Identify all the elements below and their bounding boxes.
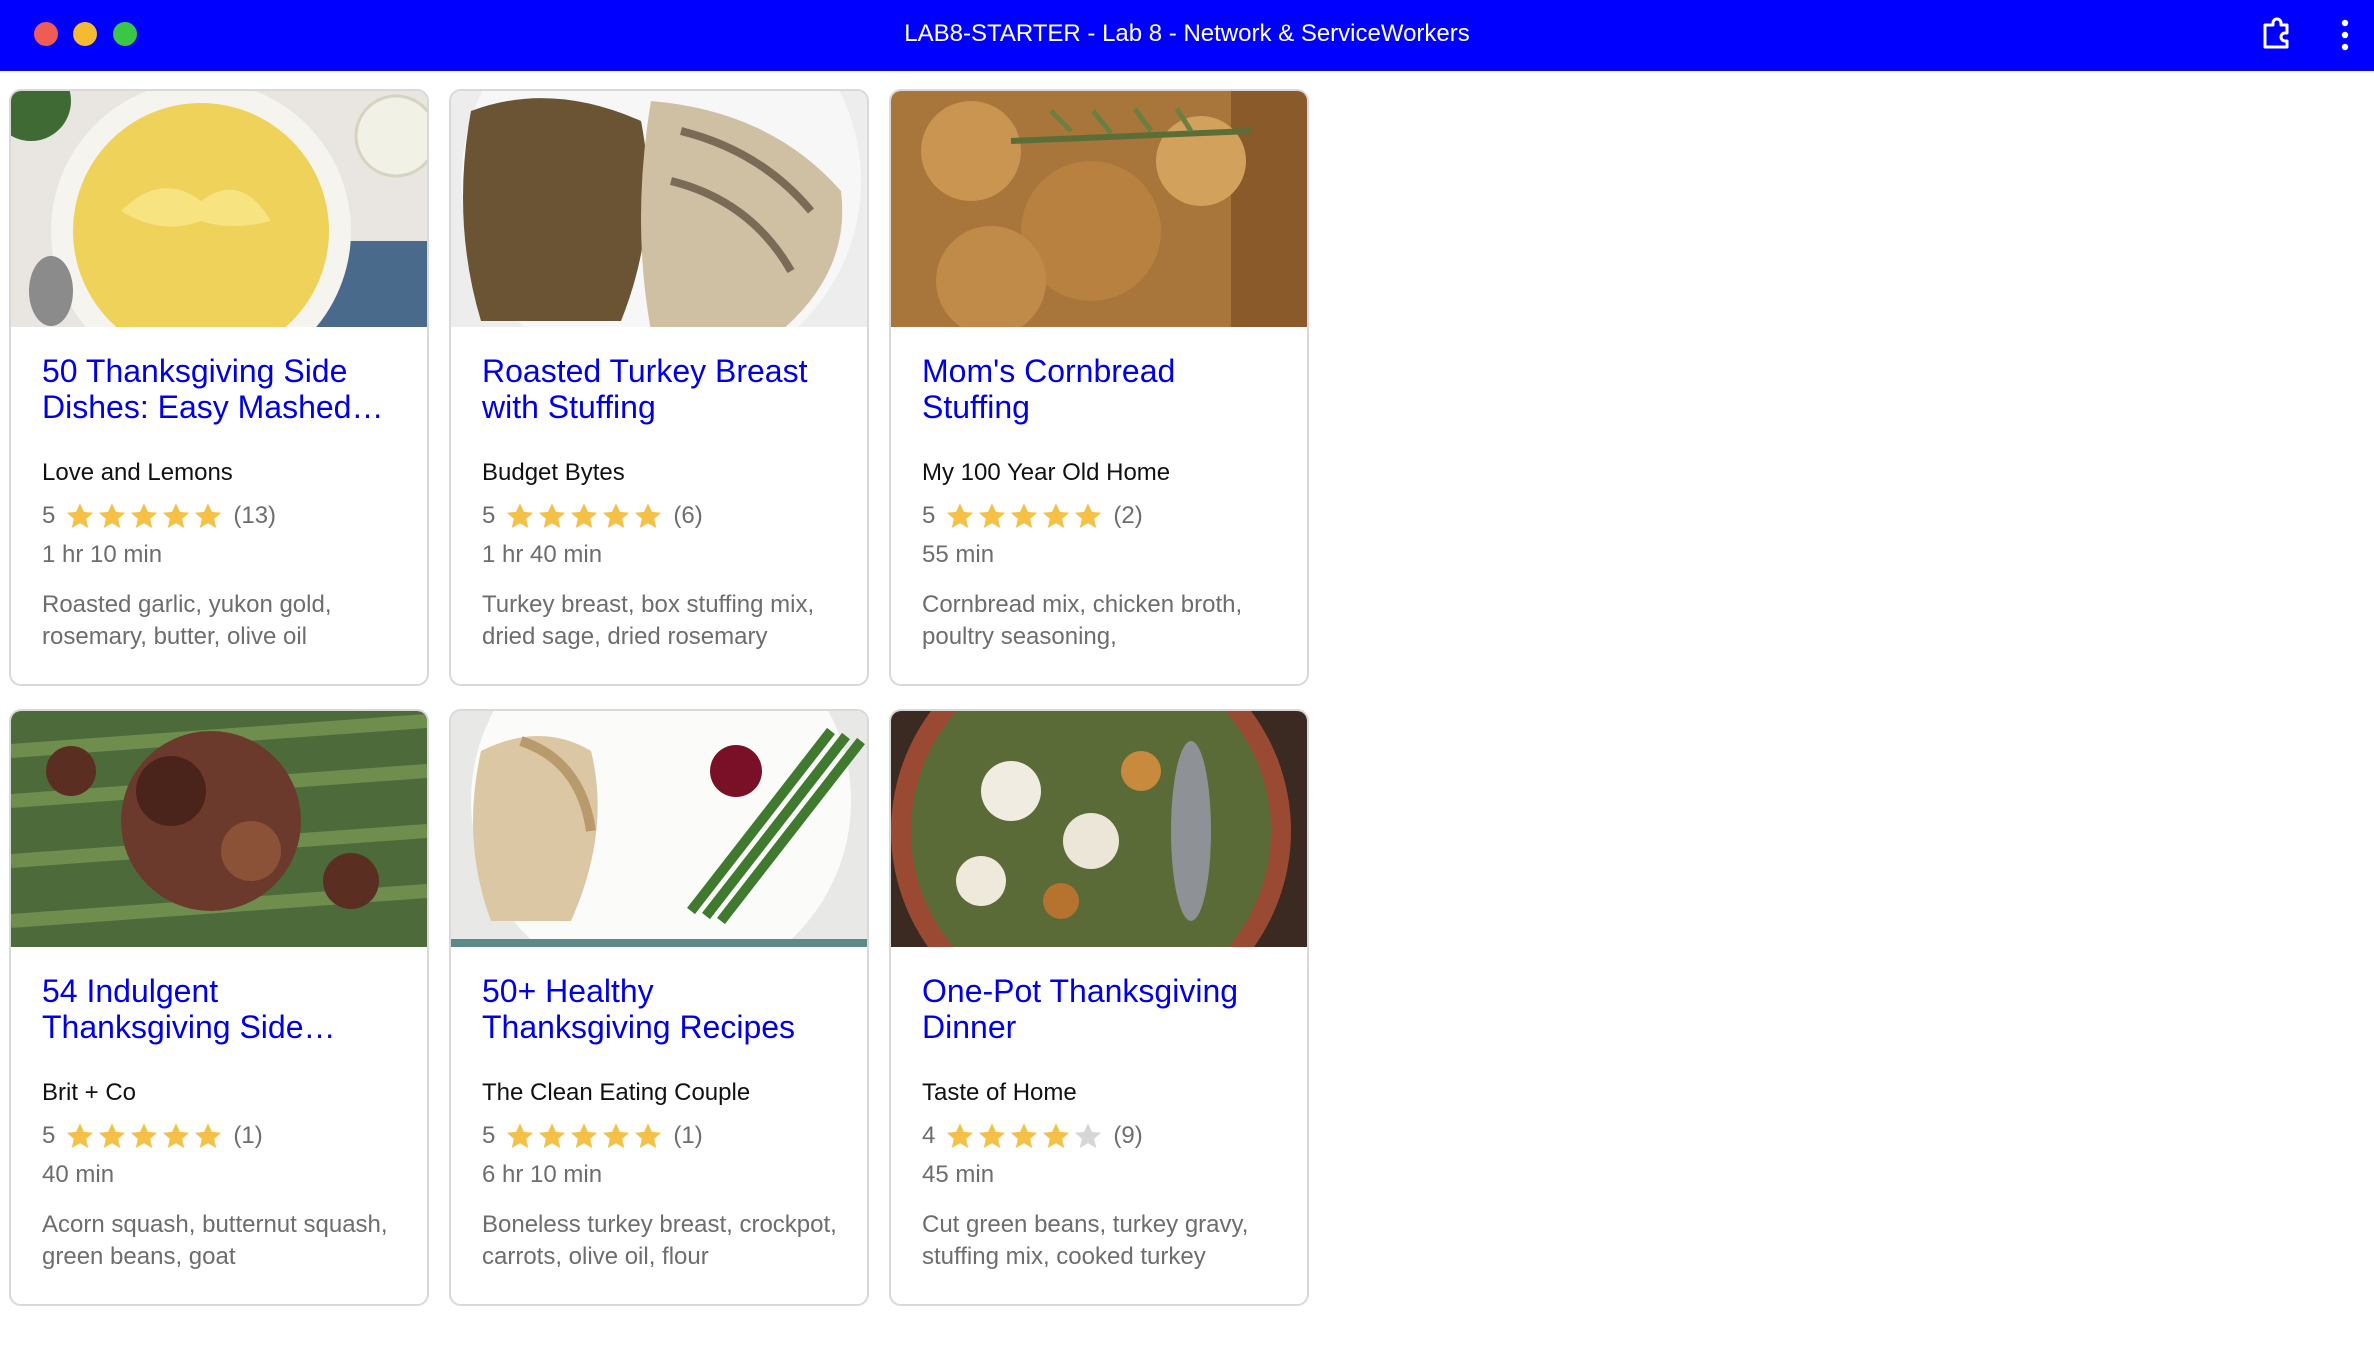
recipe-image-mashed-potatoes [11,91,427,327]
recipe-card[interactable]: Roasted Turkey Breast with Stuffing Budg… [449,89,869,686]
recipe-source: Love and Lemons [42,459,233,486]
rating-value: 4 [922,1122,936,1149]
recipe-image-green-beans-pecans [11,711,427,947]
window-titlebar: LAB8-STARTER - Lab 8 - Network & Service… [0,0,2374,71]
recipe-ingredients: Turkey breast, box stuffing mix, dried s… [482,591,815,650]
rating-value: 5 [42,502,56,529]
recipe-rating: 4 (9) [922,1119,1143,1153]
recipe-card[interactable]: Mom's Cornbread Stuffing My 100 Year Old… [889,89,1309,686]
recipe-title[interactable]: 50+ Healthy Thanksgiving Recipes [482,973,842,1045]
recipe-rating: 5 (1) [482,1119,703,1153]
recipe-time: 40 min [42,1161,115,1188]
rating-count: (1) [233,1122,263,1149]
rating-count: (1) [673,1122,703,1149]
recipe-source: Budget Bytes [482,459,625,486]
recipe-image-turkey-stuffing [451,91,867,327]
recipe-source: The Clean Eating Couple [482,1079,751,1106]
star-rating [945,1121,1103,1151]
star-filled-icon [539,503,566,528]
recipe-image-turkey-plate [451,711,867,947]
recipe-title[interactable]: 50 Thanksgiving Side Dishes: Easy Mashed… [42,353,402,425]
recipe-source: Taste of Home [922,1079,1077,1106]
recipe-rating: 5 (2) [922,499,1143,533]
recipe-title[interactable]: Roasted Turkey Breast with Stuffing [482,353,842,425]
star-filled-icon [1011,503,1038,528]
star-filled-icon [1043,503,1070,528]
star-filled-icon [571,503,598,528]
recipe-title[interactable]: Mom's Cornbread Stuffing [922,353,1282,425]
rating-value: 5 [482,1122,496,1149]
star-filled-icon [979,503,1006,528]
star-rating [65,1121,223,1151]
star-rating [505,501,663,531]
star-filled-icon [131,1123,158,1148]
star-filled-icon [947,503,974,528]
rating-value: 5 [42,1122,56,1149]
star-filled-icon [195,1123,222,1148]
recipe-title[interactable]: One-Pot Thanksgiving Dinner [922,973,1282,1045]
rating-count: (6) [673,502,703,529]
recipe-card[interactable]: 50 Thanksgiving Side Dishes: Easy Mashed… [9,89,429,686]
more-menu-icon[interactable] [2338,17,2352,53]
star-filled-icon [163,503,190,528]
star-filled-icon [131,503,158,528]
recipe-image-cornbread-stuffing [891,91,1307,327]
rating-count: (2) [1113,502,1143,529]
star-filled-icon [603,503,630,528]
recipe-ingredients: Acorn squash, butternut squash, green be… [42,1211,388,1270]
recipe-time: 1 hr 10 min [42,541,163,568]
star-filled-icon [979,1123,1006,1148]
recipe-ingredients: Cornbread mix, chicken broth, poultry se… [922,591,1243,650]
star-filled-icon [163,1123,190,1148]
recipe-card[interactable]: One-Pot Thanksgiving Dinner Taste of Hom… [889,709,1309,1306]
recipe-source: Brit + Co [42,1079,137,1106]
recipe-image-one-pot-dinner [891,711,1307,947]
star-filled-icon [1075,503,1102,528]
extensions-puzzle-icon[interactable] [2257,15,2295,53]
star-rating [65,501,223,531]
recipe-card[interactable]: 54 Indulgent Thanksgiving Side Dishes Br… [9,709,429,1306]
star-filled-icon [507,503,534,528]
recipe-ingredients: Roasted garlic, yukon gold, rosemary, bu… [42,591,332,650]
star-filled-icon [539,1123,566,1148]
star-empty-icon [1075,1123,1102,1148]
star-rating [505,1121,663,1151]
star-filled-icon [195,503,222,528]
window-title: LAB8-STARTER - Lab 8 - Network & Service… [904,20,1470,47]
recipe-ingredients: Boneless turkey breast, crockpot, carrot… [482,1211,837,1270]
star-filled-icon [571,1123,598,1148]
recipe-time: 45 min [922,1161,995,1188]
star-filled-icon [67,1123,94,1148]
recipe-source: My 100 Year Old Home [922,459,1171,486]
recipe-time: 6 hr 10 min [482,1161,603,1188]
recipe-rating: 5 (1) [42,1119,263,1153]
rating-value: 5 [482,502,496,529]
star-filled-icon [603,1123,630,1148]
recipe-card[interactable]: 50+ Healthy Thanksgiving Recipes The Cle… [449,709,869,1306]
star-filled-icon [99,1123,126,1148]
recipe-time: 55 min [922,541,995,568]
star-filled-icon [99,503,126,528]
rating-count: (9) [1113,1122,1143,1149]
star-filled-icon [1043,1123,1070,1148]
star-filled-icon [67,503,94,528]
recipe-rating: 5 (6) [482,499,703,533]
star-filled-icon [507,1123,534,1148]
star-filled-icon [1011,1123,1038,1148]
recipe-title[interactable]: 54 Indulgent Thanksgiving Side Dishes [42,973,402,1045]
star-filled-icon [947,1123,974,1148]
star-rating [945,501,1103,531]
rating-value: 5 [922,502,936,529]
recipe-time: 1 hr 40 min [482,541,603,568]
recipe-rating: 5 (13) [42,499,276,533]
rating-count: (13) [233,502,277,529]
star-filled-icon [635,1123,662,1148]
recipe-ingredients: Cut green beans, turkey gravy, stuffing … [922,1211,1249,1270]
star-filled-icon [635,503,662,528]
